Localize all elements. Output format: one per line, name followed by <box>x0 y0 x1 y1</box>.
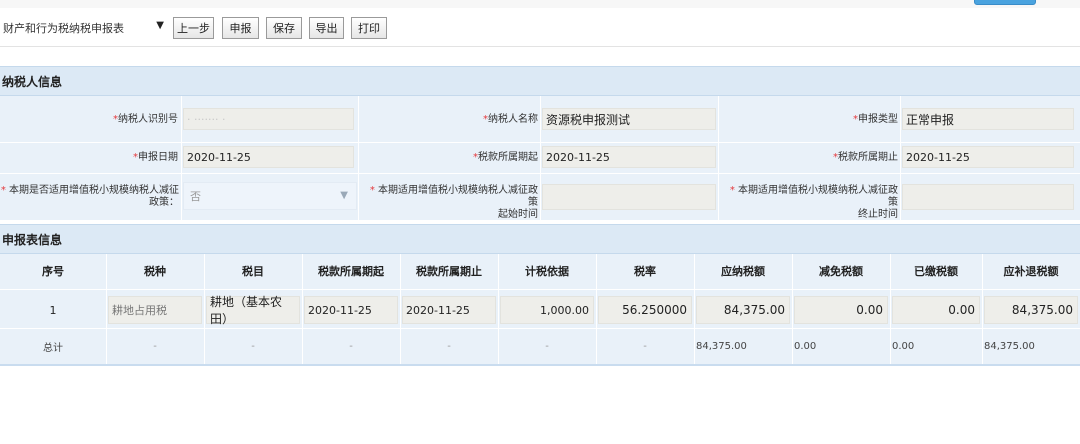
policy-end-label: * 本期适用增值税小规模纳税人减征政策 终止时间 <box>729 185 898 220</box>
chevron-down-icon: ▼ <box>340 190 348 201</box>
column-header: 应纳税额 <box>721 265 765 278</box>
small-scale-policy-select[interactable]: 否 ▼ <box>183 182 357 210</box>
total-tax-type: - <box>153 340 157 352</box>
previous-step-button[interactable]: 上一步 <box>173 17 214 39</box>
toolbar: 财产和行为税纳税申报表 ▼ 上一步 申报 保存 导出 打印 <box>0 12 1080 42</box>
declare-date-field[interactable]: 2020-11-25 <box>183 146 354 168</box>
small-scale-policy-label: * 本期是否适用增值税小规模纳税人减征 政策： <box>0 185 179 208</box>
top-action-button[interactable] <box>974 0 1036 5</box>
grid-divider <box>181 96 182 220</box>
grid-divider <box>358 96 359 220</box>
total-basis: - <box>545 340 549 352</box>
declare-type-label: *申报类型 <box>853 114 898 125</box>
grid-divider <box>0 289 1080 290</box>
chevron-down-icon: ▼ <box>156 20 164 31</box>
export-button[interactable]: 导出 <box>309 17 344 39</box>
policy-end-field[interactable] <box>902 184 1074 210</box>
total-period-end: - <box>447 340 451 352</box>
total-payable: 84,375.00 <box>696 340 747 352</box>
tax-item-field[interactable]: 耕地（基本农田） <box>206 295 300 326</box>
declaration-section-header: 申报表信息 <box>0 224 1080 254</box>
taxpayer-id-field[interactable]: · ······· · <box>183 108 354 130</box>
tax-payable-field[interactable]: 84,375.00 <box>696 296 790 324</box>
grid-divider <box>0 328 1080 329</box>
tax-paid-field[interactable]: 0.00 <box>892 296 980 324</box>
grid-divider <box>718 96 719 220</box>
policy-start-label: * 本期适用增值税小规模纳税人减征政策 起始时间 <box>369 185 538 220</box>
period-end-cell[interactable]: 2020-11-25 <box>402 296 496 324</box>
total-refund: 84,375.00 <box>984 340 1035 352</box>
top-strip <box>0 0 1080 8</box>
declare-type-field[interactable]: 正常申报 <box>902 108 1074 130</box>
column-header: 减免税额 <box>819 265 863 278</box>
declare-date-label: *申报日期 <box>133 152 178 163</box>
total-label: 总计 <box>43 342 63 354</box>
total-rate: - <box>643 340 647 352</box>
column-header: 序号 <box>42 265 64 278</box>
column-header: 税率 <box>634 265 656 278</box>
total-tax-item: - <box>251 340 255 352</box>
column-header: 税种 <box>144 265 166 278</box>
period-end-field[interactable]: 2020-11-25 <box>902 146 1074 168</box>
taxpayer-id-label: *纳税人识别号 <box>113 114 178 125</box>
form-type-select[interactable]: 财产和行为税纳税申报表 ▼ <box>0 17 166 39</box>
column-header: 税目 <box>242 265 264 278</box>
total-period-start: - <box>349 340 353 352</box>
taxpayer-name-field[interactable]: 资源税申报测试 <box>542 108 716 130</box>
grid-divider <box>900 96 901 220</box>
row-number: 1 <box>49 303 57 317</box>
tax-type-field[interactable]: 耕地占用税 <box>108 296 202 324</box>
toolbar-divider <box>0 46 1080 47</box>
tax-basis-field[interactable]: 1,000.00 <box>500 296 594 324</box>
grid-divider <box>540 96 541 220</box>
column-header: 已缴税额 <box>914 265 958 278</box>
period-start-field[interactable]: 2020-11-25 <box>542 146 716 168</box>
tax-rate-field[interactable]: 56.250000 <box>598 296 692 324</box>
column-header: 计税依据 <box>525 265 569 278</box>
total-relief: 0.00 <box>794 340 817 352</box>
period-start-cell[interactable]: 2020-11-25 <box>304 296 398 324</box>
policy-start-field[interactable] <box>542 184 716 210</box>
column-header: 税款所属期止 <box>416 265 482 278</box>
period-end-label: *税款所属期止 <box>833 152 898 163</box>
print-button[interactable]: 打印 <box>351 17 387 39</box>
period-start-label: *税款所属期起 <box>473 152 538 163</box>
tax-relief-field[interactable]: 0.00 <box>794 296 888 324</box>
taxpayer-name-label: *纳税人名称 <box>483 114 538 125</box>
column-header: 应补退税额 <box>1003 265 1059 278</box>
taxpayer-section-header: 纳税人信息 <box>0 66 1080 96</box>
table-bottom-border <box>0 364 1080 366</box>
column-header: 税款所属期起 <box>318 265 384 278</box>
tax-refund-field[interactable]: 84,375.00 <box>984 296 1078 324</box>
small-scale-policy-value: 否 <box>190 190 201 203</box>
declare-button[interactable]: 申报 <box>222 17 259 39</box>
total-paid: 0.00 <box>892 340 915 352</box>
save-button[interactable]: 保存 <box>266 17 302 39</box>
form-type-select-value: 财产和行为税纳税申报表 <box>3 22 124 35</box>
